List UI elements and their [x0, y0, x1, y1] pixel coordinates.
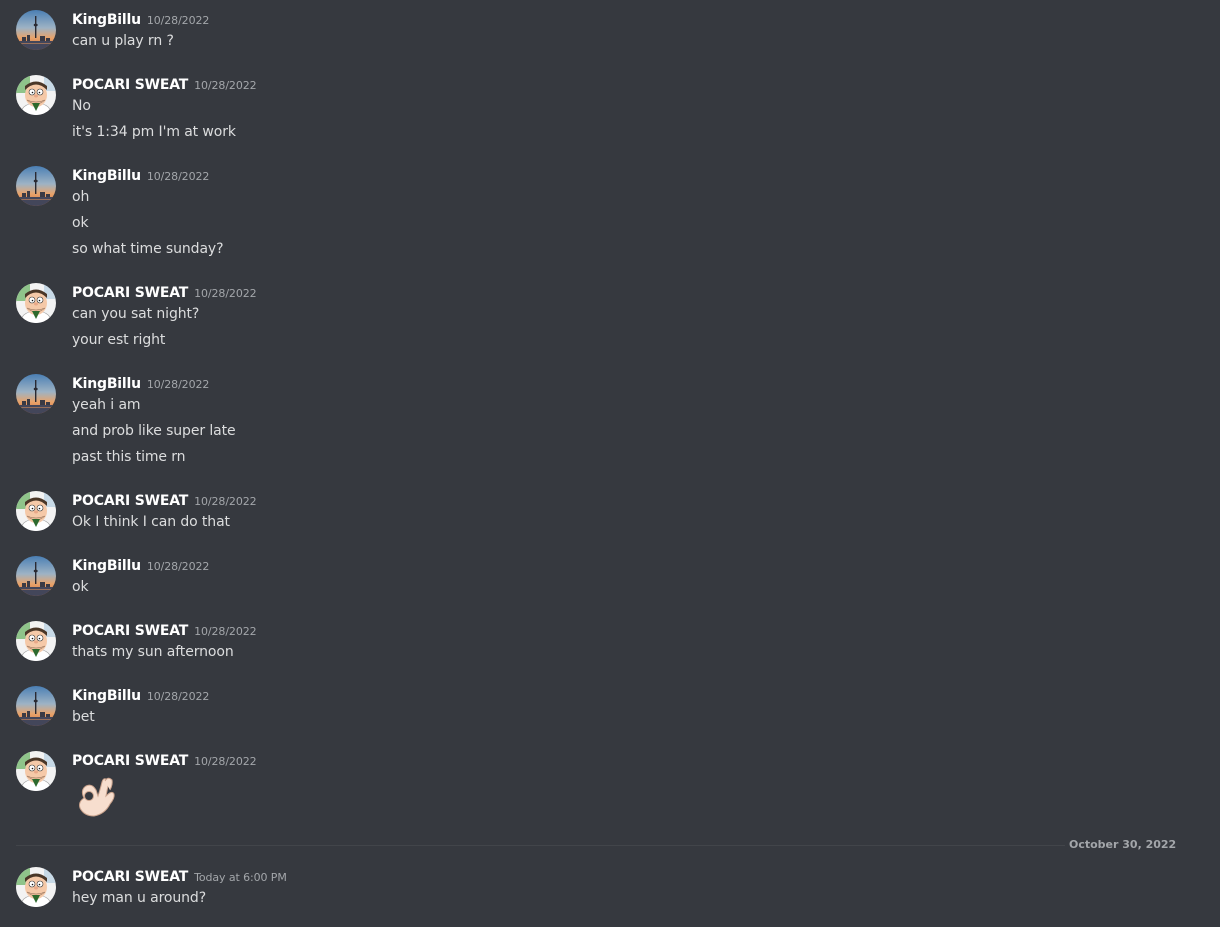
cartoon-man-avatar-icon[interactable] — [16, 283, 56, 323]
message-timestamp: Today at 6:00 PM — [194, 871, 287, 884]
cartoon-man-avatar-icon[interactable] — [16, 751, 56, 791]
message-header: KingBillu 10/28/2022 — [72, 372, 209, 394]
username[interactable]: POCARI SWEAT — [72, 285, 188, 301]
username[interactable]: POCARI SWEAT — [72, 869, 188, 885]
message-header: POCARI SWEAT Today at 6:00 PM — [72, 865, 287, 887]
sunset-city-avatar-icon[interactable] — [16, 10, 56, 50]
message-text: No — [72, 98, 91, 114]
sunset-city-avatar-icon[interactable] — [16, 374, 56, 414]
message-timestamp: 10/28/2022 — [194, 79, 257, 92]
username[interactable]: KingBillu — [72, 168, 141, 184]
message-header: KingBillu 10/28/2022 — [72, 554, 209, 576]
message-text: ok — [72, 579, 89, 595]
message-timestamp: 10/28/2022 — [146, 378, 210, 391]
message-text: ok — [72, 215, 89, 231]
message-text: thats my sun afternoon — [72, 644, 234, 660]
sunset-city-avatar-icon[interactable] — [16, 686, 56, 726]
message-header: KingBillu 10/28/2022 — [72, 164, 209, 186]
message-text: oh — [72, 189, 90, 205]
message-text: can you sat night? — [72, 306, 200, 322]
message-text: bet — [72, 709, 95, 725]
date-divider-label: October 30, 2022 — [1065, 838, 1181, 852]
message-header: POCARI SWEAT 10/28/2022 — [72, 489, 257, 511]
message-timestamp: 10/28/2022 — [194, 755, 257, 768]
message-timestamp: 10/28/2022 — [146, 14, 210, 27]
message-text: can u play rn ? — [72, 33, 174, 49]
message-text: hey man u around? — [72, 890, 207, 906]
cartoon-man-avatar-icon[interactable] — [16, 867, 56, 907]
message-text: past this time rn — [72, 449, 186, 465]
message-header: POCARI SWEAT 10/28/2022 — [72, 619, 257, 641]
message-text: it's 1:34 pm I'm at work — [72, 124, 236, 140]
message-timestamp: 10/28/2022 — [146, 690, 210, 703]
username[interactable]: KingBillu — [72, 558, 141, 574]
message-text: your est right — [72, 332, 166, 348]
message-text: Ok I think I can do that — [72, 514, 230, 530]
username[interactable]: POCARI SWEAT — [72, 493, 188, 509]
cartoon-man-avatar-icon[interactable] — [16, 491, 56, 531]
ok-hand-emoji-icon[interactable] — [72, 772, 120, 824]
cartoon-man-avatar-icon[interactable] — [16, 621, 56, 661]
sunset-city-avatar-icon[interactable] — [16, 166, 56, 206]
username[interactable]: KingBillu — [72, 688, 141, 704]
username[interactable]: POCARI SWEAT — [72, 623, 188, 639]
message-header: POCARI SWEAT 10/28/2022 — [72, 749, 257, 771]
message-timestamp: 10/28/2022 — [146, 170, 210, 183]
cartoon-man-avatar-icon[interactable] — [16, 75, 56, 115]
message-timestamp: 10/28/2022 — [146, 560, 210, 573]
message-header: KingBillu 10/28/2022 — [72, 684, 209, 706]
message-timestamp: 10/28/2022 — [194, 625, 257, 638]
username[interactable]: KingBillu — [72, 12, 141, 28]
username[interactable]: KingBillu — [72, 376, 141, 392]
message-header: POCARI SWEAT 10/28/2022 — [72, 281, 257, 303]
message-header: POCARI SWEAT 10/28/2022 — [72, 73, 257, 95]
username[interactable]: POCARI SWEAT — [72, 77, 188, 93]
message-timestamp: 10/28/2022 — [194, 495, 257, 508]
message-header: KingBillu 10/28/2022 — [72, 8, 209, 30]
message-text: so what time sunday? — [72, 241, 224, 257]
message-text: yeah i am — [72, 397, 141, 413]
message-text: and prob like super late — [72, 423, 236, 439]
message-timestamp: 10/28/2022 — [194, 287, 257, 300]
sunset-city-avatar-icon[interactable] — [16, 556, 56, 596]
username[interactable]: POCARI SWEAT — [72, 753, 188, 769]
date-divider — [16, 845, 1162, 846]
